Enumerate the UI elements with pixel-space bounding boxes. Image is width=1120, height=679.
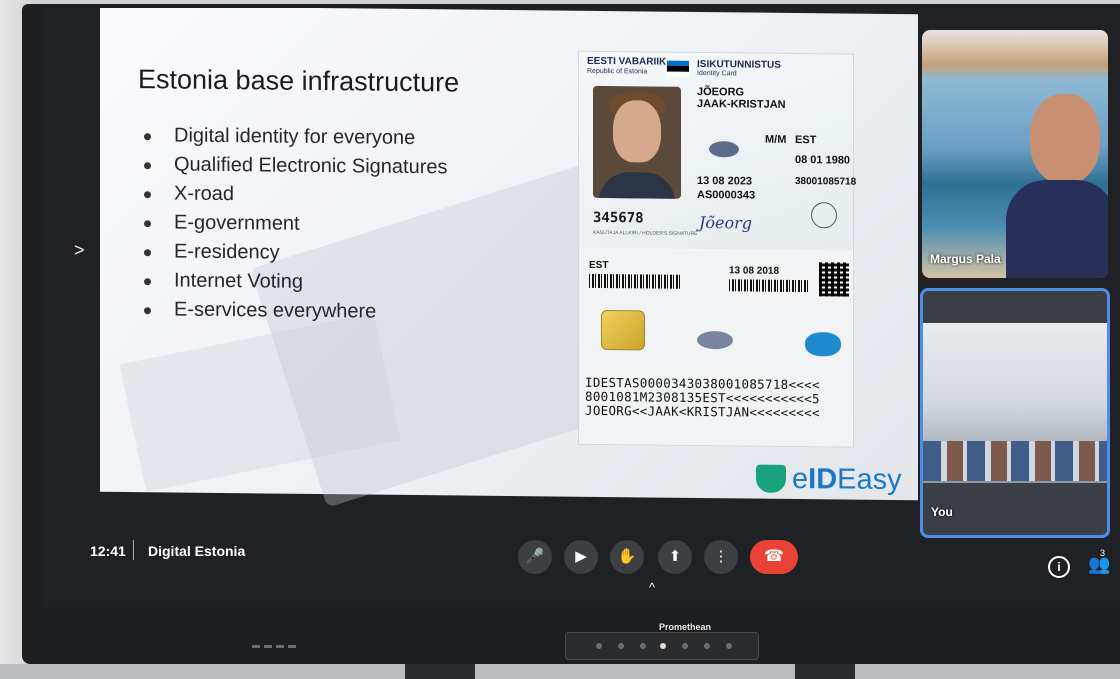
chevron-right-icon[interactable]: > <box>74 240 85 261</box>
card-signature: Jõeorg <box>699 212 753 233</box>
bullet-item: Qualified Electronic Signatures <box>144 153 447 185</box>
participant-tile-self[interactable]: You <box>920 288 1110 538</box>
logo-part: e <box>792 462 809 496</box>
card-estonia-map-icon <box>805 332 841 357</box>
raise-hand-button[interactable]: ✋ <box>610 540 644 574</box>
people-count-badge: 3 <box>1100 548 1106 558</box>
raise-hand-icon: ✋ <box>617 548 637 565</box>
stand-leg <box>795 664 855 679</box>
microphone-button[interactable]: 🎤 <box>518 540 552 574</box>
card-chip-icon <box>601 309 645 351</box>
logo-part: Easy <box>837 463 902 497</box>
bullet-item: E-government <box>144 211 447 243</box>
present-screen-icon: ⬆ <box>668 548 682 565</box>
participant-name: Margus Pala <box>930 252 1001 266</box>
estonian-flag-icon <box>667 60 689 77</box>
bullet-item: Digital identity for everyone <box>144 124 447 156</box>
card-barcode <box>729 279 809 293</box>
card-seal-icon <box>811 202 837 229</box>
participant-name: You <box>931 505 953 519</box>
card-can-number: 345678 <box>593 209 644 227</box>
presentation-slide: Estonia base infrastructure Digital iden… <box>100 8 918 508</box>
participant-video <box>1030 94 1100 184</box>
bullet-item: X-road <box>144 182 447 214</box>
card-doc-title: ISIKUTUNNISTUS <box>697 58 781 71</box>
info-glyph: i <box>1057 560 1061 574</box>
card-hologram <box>709 141 739 158</box>
card-nationality: EST <box>795 133 817 147</box>
card-expiry: 13 08 2023 <box>697 174 753 188</box>
display-brand: Promethean <box>658 622 711 632</box>
card-doc-title-en: Identity Card <box>697 69 737 78</box>
divider <box>133 540 134 560</box>
display-front-controls <box>252 638 316 649</box>
mrz-line: JOEORG<<JAAK<KRISTJAN<<<<<<<<< <box>585 402 820 421</box>
card-country: EESTI VABARIIK <box>587 55 667 68</box>
meeting-time: 12:41 <box>90 543 126 559</box>
end-call-button[interactable]: ☎ <box>750 540 798 574</box>
card-given-names: JAAK-KRISTJAN <box>697 97 786 111</box>
card-holder-photo <box>593 85 681 199</box>
card-sex: M/M <box>765 133 787 146</box>
bullet-item: E-residency <box>144 240 447 272</box>
card-document-number: AS0000343 <box>697 188 756 202</box>
camera-icon: ▶ <box>575 548 587 565</box>
floor <box>0 664 1120 679</box>
bullet-list: Digital identity for everyone Qualified … <box>144 124 447 330</box>
present-screen-button[interactable]: ⬆ <box>658 540 692 574</box>
card-barcode <box>589 273 681 289</box>
eideasy-shield-icon <box>756 464 786 493</box>
stand-leg <box>405 664 475 679</box>
id-card-front: EESTI VABARIIK Republic of Estonia ISIKU… <box>579 51 857 251</box>
card-birth-date: 08 01 1980 <box>795 153 851 167</box>
card-qr-code <box>819 262 849 297</box>
camera-button[interactable]: ▶ <box>564 540 598 574</box>
card-country-en: Republic of Estonia <box>587 67 648 76</box>
logo-part: ID <box>808 463 838 496</box>
bullet-item: Internet Voting <box>144 269 447 301</box>
meeting-screen: Estonia base infrastructure Digital iden… <box>44 8 1120 606</box>
microphone-icon: 🎤 <box>525 548 545 565</box>
participant-tile[interactable]: Margus Pala <box>922 30 1108 278</box>
meeting-name: Digital Estonia <box>148 543 246 559</box>
chevron-up-icon[interactable]: ^ <box>649 580 655 595</box>
card-mrz: IDESTAS0000343038001085718<<<< 8001081M23… <box>585 375 820 421</box>
card-signature-label: KASUTAJA ALLKIRI / HOLDER'S SIGNATURE <box>593 229 698 237</box>
card-surname: JÕEORG <box>697 85 745 99</box>
more-options-button[interactable]: ⋮ <box>704 540 738 574</box>
info-icon[interactable]: i <box>1048 556 1070 578</box>
card-issue-date: 13 08 2018 <box>729 265 780 277</box>
more-options-icon: ⋮ <box>713 548 729 565</box>
id-card-image: EESTI VABARIIK Republic of Estonia ISIKU… <box>578 50 857 448</box>
end-call-icon: ☎ <box>764 548 784 565</box>
card-hologram <box>697 330 733 350</box>
card-place-of-birth: EST <box>589 259 609 272</box>
id-card-back: EST 13 08 2018 IDESTAS000034303800108571… <box>579 249 853 447</box>
card-personal-code: 38001085718 <box>795 175 857 188</box>
slide-title: Estonia base infrastructure <box>138 64 460 98</box>
display-button-panel <box>565 632 759 660</box>
bullet-item: E-services everywhere <box>144 298 447 330</box>
